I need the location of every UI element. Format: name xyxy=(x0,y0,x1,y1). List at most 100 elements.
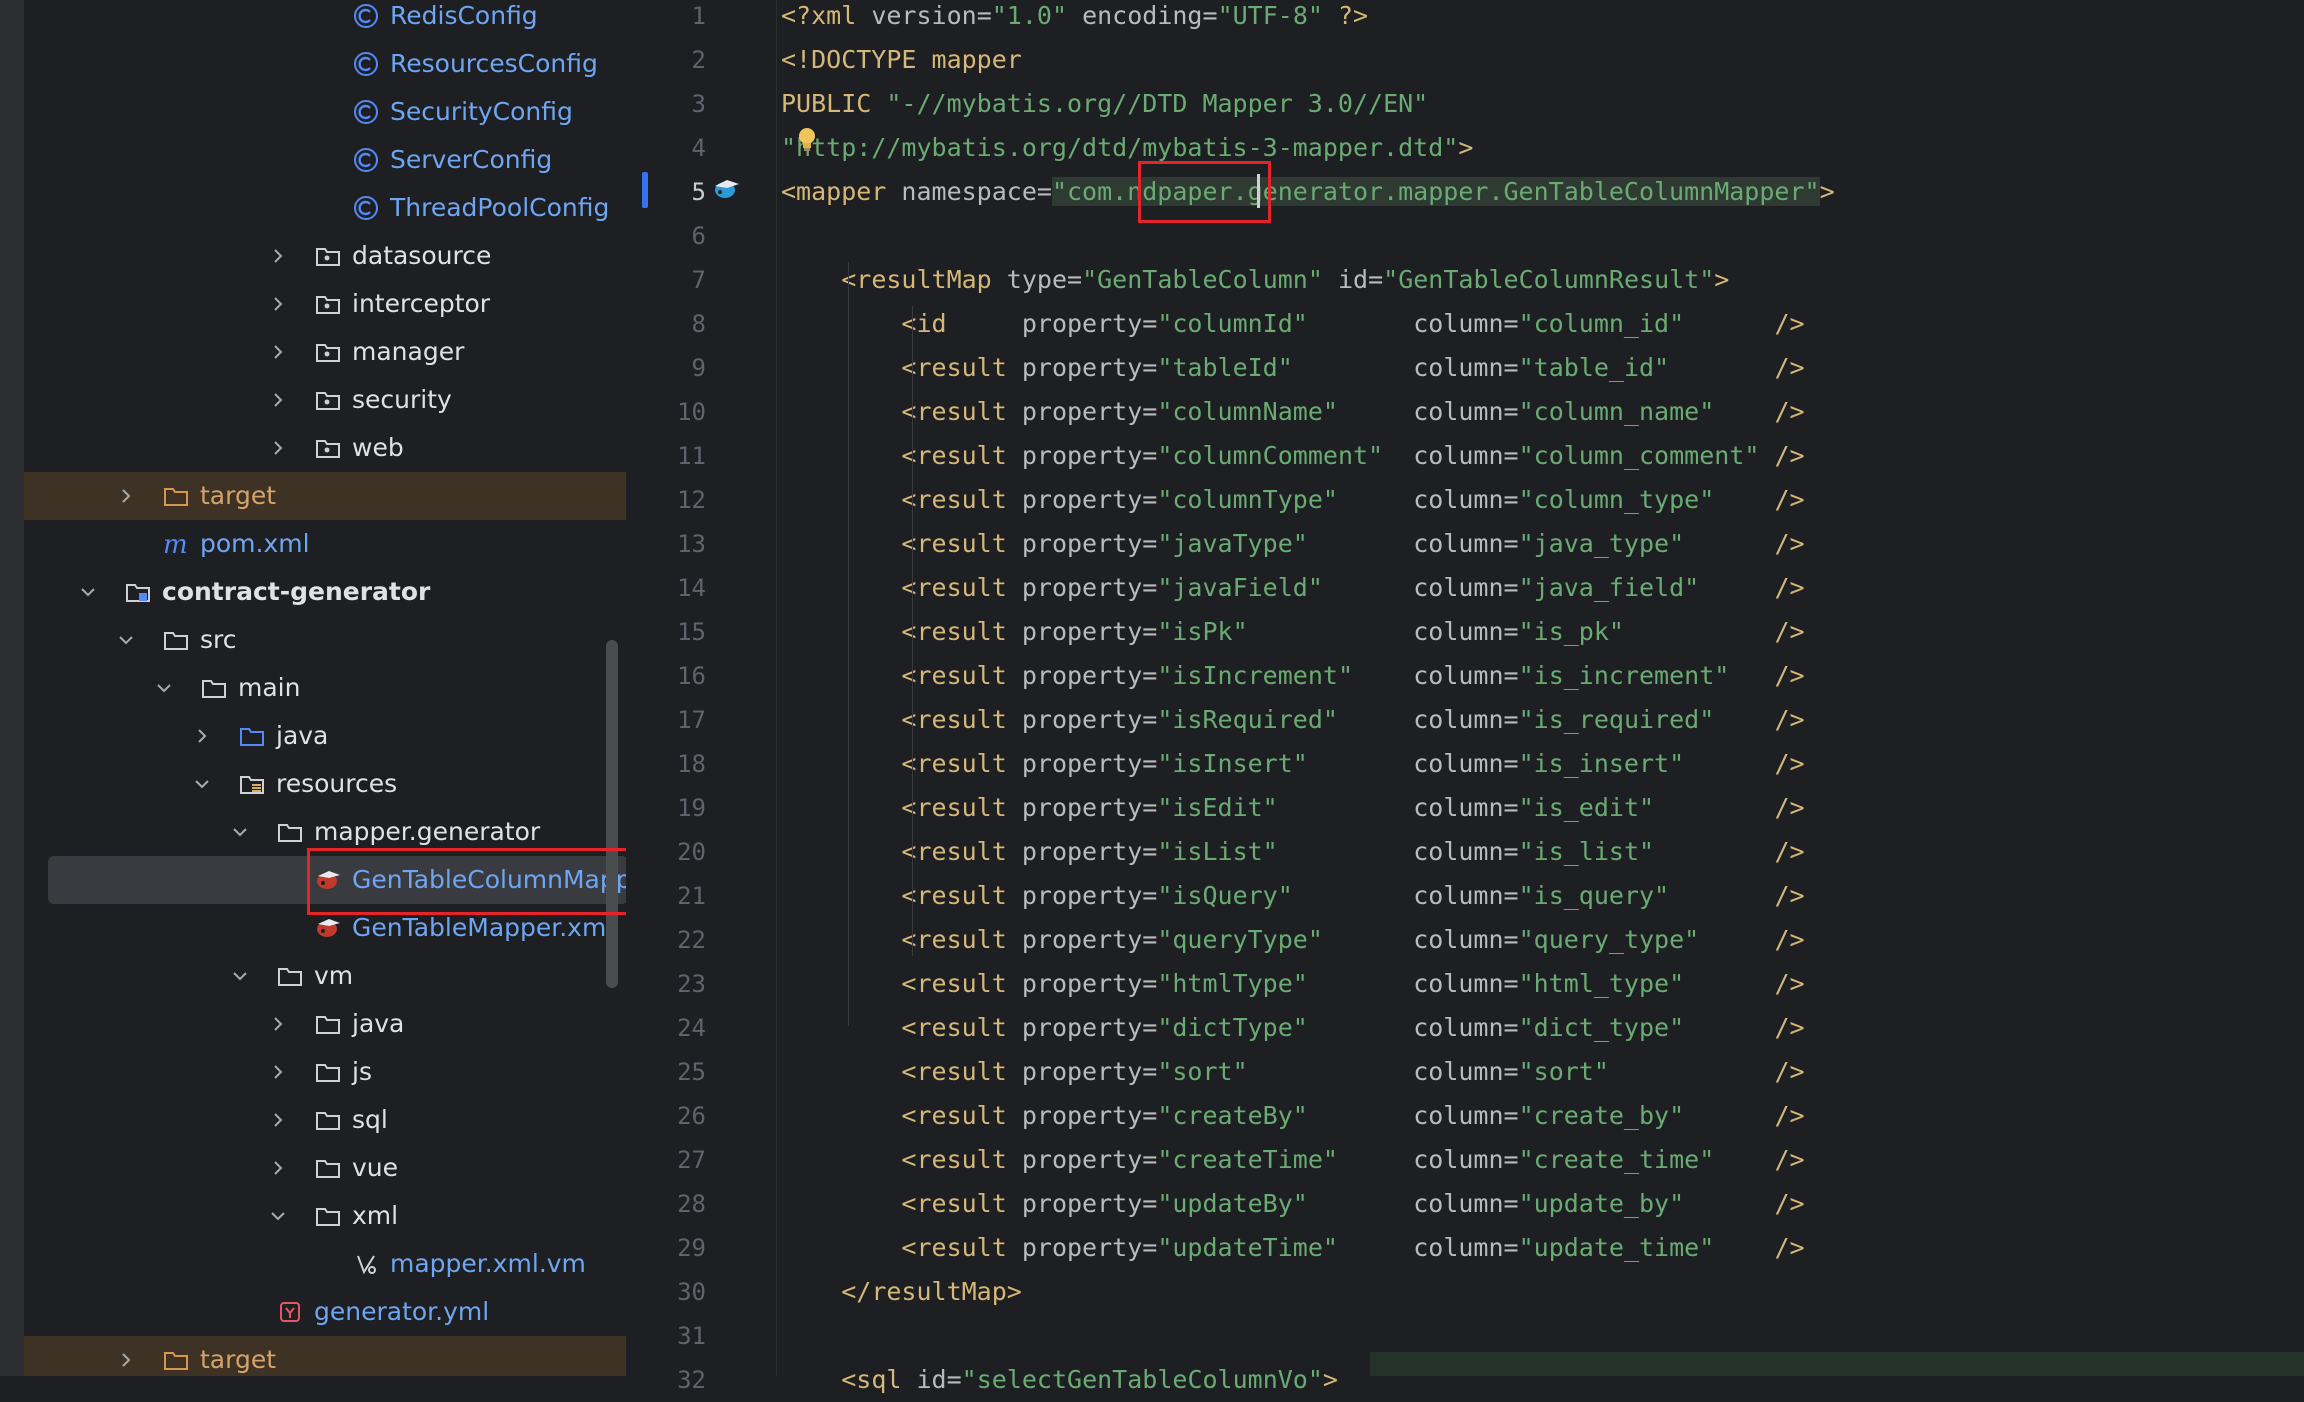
code-line[interactable]: <result property="isEdit" column="is_edi… xyxy=(781,786,1804,830)
code-line[interactable]: <result property="columnName" column="co… xyxy=(781,390,1804,434)
tree-item-label: main xyxy=(238,673,301,702)
tree-item-label: java xyxy=(352,1009,405,1038)
chevron-down-icon[interactable] xyxy=(268,1206,288,1226)
tree-item[interactable]: xml xyxy=(24,1192,626,1240)
chevron-right-icon[interactable] xyxy=(268,1158,288,1178)
code-editor[interactable]: 1 2 3 4 5 6 7 8 9 10 11 12 13 14 15 16 17 18 19 20 21 22 23 24 2… xyxy=(626,0,2304,1394)
line-number: 16 xyxy=(677,662,706,690)
tree-item[interactable]: main xyxy=(24,664,626,712)
line-number: 21 xyxy=(677,882,706,910)
tree-item[interactable]: js xyxy=(24,1048,626,1096)
code-line[interactable]: <resultMap type="GenTableColumn" id="Gen… xyxy=(781,258,1729,302)
chevron-right-icon[interactable] xyxy=(192,726,212,746)
tree-item[interactable]: ThreadPoolConfig xyxy=(24,184,626,232)
code-line[interactable]: <result property="isIncrement" column="i… xyxy=(781,654,1804,698)
tree-item[interactable]: datasource xyxy=(24,232,626,280)
code-line[interactable]: </resultMap> xyxy=(781,1270,1022,1314)
tree-item[interactable]: RedisConfig xyxy=(24,0,626,40)
code-line[interactable]: <result property="createBy" column="crea… xyxy=(781,1094,1804,1138)
chevron-down-icon[interactable] xyxy=(192,774,212,794)
code-line[interactable]: <id property="columnId" column="column_i… xyxy=(781,302,1804,346)
tree-item[interactable]: target xyxy=(24,1336,626,1376)
code-line[interactable]: <result property="isList" column="is_lis… xyxy=(781,830,1804,874)
lightbulb-icon[interactable] xyxy=(796,126,818,152)
chevron-right-icon[interactable] xyxy=(268,342,288,362)
code-line[interactable]: <result property="htmlType" column="html… xyxy=(781,962,1804,1006)
chevron-right-icon[interactable] xyxy=(116,486,136,506)
chevron-down-icon[interactable] xyxy=(78,582,98,602)
tree-item[interactable]: SecurityConfig xyxy=(24,88,626,136)
line-number: 10 xyxy=(677,398,706,426)
line-number: 24 xyxy=(677,1014,706,1042)
tree-item[interactable]: mapper.xml.vm xyxy=(24,1240,626,1288)
tree-item[interactable]: web xyxy=(24,424,626,472)
chevron-right-icon[interactable] xyxy=(268,1110,288,1130)
chevron-down-icon[interactable] xyxy=(154,678,174,698)
line-number: 29 xyxy=(677,1234,706,1262)
tree-item[interactable]: ResourcesConfig xyxy=(24,40,626,88)
chevron-down-icon[interactable] xyxy=(230,822,250,842)
tree-item[interactable]: target xyxy=(24,472,626,520)
line-number: 20 xyxy=(677,838,706,866)
chevron-right-icon[interactable] xyxy=(268,1014,288,1034)
tree-item-label: js xyxy=(352,1057,372,1086)
tree-item[interactable]: src xyxy=(24,616,626,664)
chevron-right-icon[interactable] xyxy=(268,438,288,458)
code-line[interactable]: <result property="dictType" column="dict… xyxy=(781,1006,1804,1050)
code-line[interactable]: <result property="isRequired" column="is… xyxy=(781,698,1804,742)
code-line[interactable]: <mapper namespace="com.ndpaper.generator… xyxy=(781,170,1835,214)
chevron-down-icon[interactable] xyxy=(230,966,250,986)
line-number: 27 xyxy=(677,1146,706,1174)
tree-item[interactable]: contract-generator xyxy=(24,568,626,616)
chevron-right-icon[interactable] xyxy=(116,1350,136,1370)
code-line[interactable]: <result property="isInsert" column="is_i… xyxy=(781,742,1804,786)
tree-item[interactable]: sql xyxy=(24,1096,626,1144)
tree-item[interactable]: java xyxy=(24,1000,626,1048)
resources-folder-icon xyxy=(238,770,266,798)
code-line[interactable]: PUBLIC "-//mybatis.org//DTD Mapper 3.0//… xyxy=(781,82,1428,126)
code-line[interactable]: <result property="sort" column="sort" /> xyxy=(781,1050,1804,1094)
line-number: 18 xyxy=(677,750,706,778)
chevron-right-icon[interactable] xyxy=(268,246,288,266)
chevron-right-icon[interactable] xyxy=(268,294,288,314)
class-icon xyxy=(352,50,380,78)
project-tree[interactable]: RedisConfig ResourcesConfig SecurityConfig… xyxy=(24,0,626,1376)
tree-item[interactable]: vm xyxy=(24,952,626,1000)
chevron-right-icon[interactable] xyxy=(268,1062,288,1082)
package-icon xyxy=(314,386,342,414)
chevron-right-icon[interactable] xyxy=(268,390,288,410)
tree-item[interactable]: generator.yml xyxy=(24,1288,626,1336)
code-line[interactable]: <!DOCTYPE mapper xyxy=(781,38,1022,82)
code-line[interactable]: <result property="updateTime" column="up… xyxy=(781,1226,1804,1270)
code-line[interactable]: <result property="isPk" column="is_pk" /… xyxy=(781,610,1804,654)
code-line[interactable]: <result property="javaType" column="java… xyxy=(781,522,1804,566)
indent-guide xyxy=(848,262,849,1026)
project-tree-scrollbar[interactable] xyxy=(606,640,618,988)
code-line[interactable]: <result property="javaField" column="jav… xyxy=(781,566,1804,610)
code-line[interactable]: <?xml version="1.0" encoding="UTF-8" ?> xyxy=(781,0,1368,38)
mybatis-xml-icon xyxy=(314,914,342,942)
navigate-to-mapper-icon[interactable] xyxy=(712,176,742,202)
line-number: 11 xyxy=(677,442,706,470)
code-line[interactable]: <result property="updateBy" column="upda… xyxy=(781,1182,1804,1226)
chevron-down-icon[interactable] xyxy=(116,630,136,650)
code-line[interactable]: <result property="createTime" column="cr… xyxy=(781,1138,1804,1182)
line-number: 8 xyxy=(691,310,706,338)
tree-item[interactable]: interceptor xyxy=(24,280,626,328)
code-line[interactable]: "http://mybatis.org/dtd/mybatis-3-mapper… xyxy=(781,126,1473,170)
code-line[interactable]: <sql id="selectGenTableColumnVo"> xyxy=(781,1358,1338,1402)
code-line[interactable]: <result property="isQuery" column="is_qu… xyxy=(781,874,1804,918)
tree-item[interactable]: resources xyxy=(24,760,626,808)
tree-item-label: vue xyxy=(352,1153,399,1182)
tree-item[interactable]: ServerConfig xyxy=(24,136,626,184)
tree-item[interactable]: vue xyxy=(24,1144,626,1192)
line-number: 13 xyxy=(677,530,706,558)
tree-item[interactable]: manager xyxy=(24,328,626,376)
tree-item[interactable]: java xyxy=(24,712,626,760)
code-line[interactable]: <result property="queryType" column="que… xyxy=(781,918,1804,962)
code-line[interactable]: <result property="tableId" column="table… xyxy=(781,346,1804,390)
tree-item[interactable]: security xyxy=(24,376,626,424)
code-line[interactable]: <result property="columnType" column="co… xyxy=(781,478,1804,522)
code-line[interactable]: <result property="columnComment" column=… xyxy=(781,434,1804,478)
tree-item[interactable]: m pom.xml xyxy=(24,520,626,568)
